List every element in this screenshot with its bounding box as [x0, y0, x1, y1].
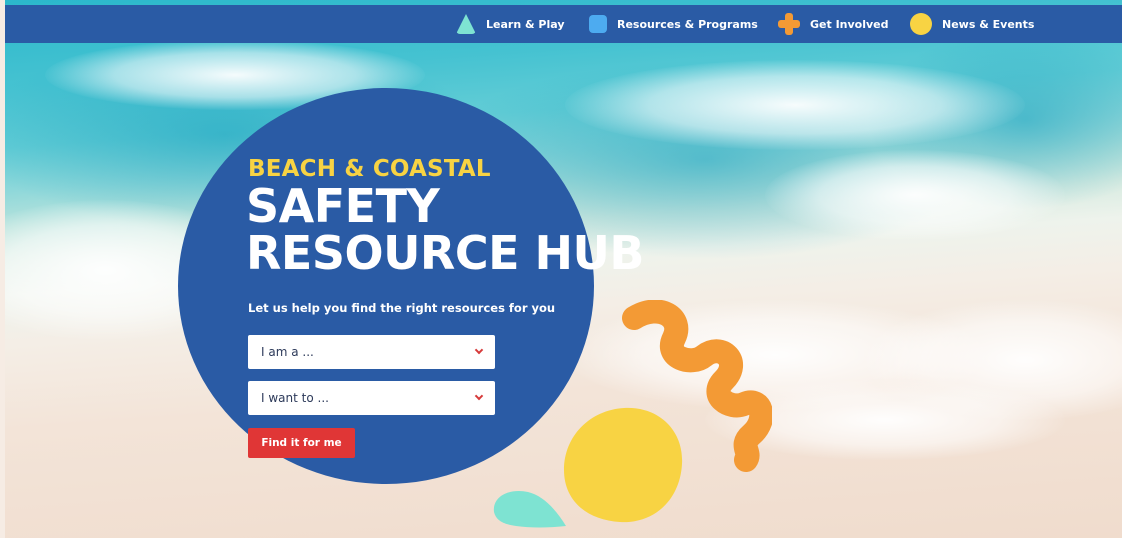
circle-icon [910, 13, 932, 35]
square-icon [589, 15, 607, 33]
nav-item-label: Learn & Play [486, 17, 565, 31]
goal-select[interactable]: I want to ... [248, 381, 495, 415]
teal-drop-decoration [493, 490, 566, 528]
nav-item-label: News & Events [942, 17, 1035, 31]
nav-item-news-events[interactable]: News & Events [910, 5, 1034, 43]
nav-item-learn-play[interactable]: Learn & Play [456, 5, 565, 43]
yellow-blob-decoration [564, 407, 683, 523]
role-select[interactable]: I am a ... [248, 335, 495, 369]
nav-item-label: Resources & Programs [617, 17, 758, 31]
nav-item-resources-programs[interactable]: Resources & Programs [589, 5, 758, 43]
page: Learn & Play Resources & Programs Get In… [0, 0, 1122, 538]
chevron-down-icon [474, 391, 484, 401]
nav-item-label: Get Involved [810, 17, 889, 31]
role-select-value: I am a ... [261, 345, 314, 359]
chevron-down-icon [474, 345, 484, 355]
nav-item-get-involved[interactable]: Get Involved [778, 5, 889, 43]
plus-icon [778, 13, 800, 35]
top-nav: Learn & Play Resources & Programs Get In… [5, 5, 1122, 43]
hero-circle [178, 88, 594, 484]
find-it-for-me-button[interactable]: Find it for me [248, 428, 355, 458]
hero-title-line-1: SAFETY [246, 179, 440, 233]
goal-select-value: I want to ... [261, 391, 329, 405]
triangle-icon [456, 14, 476, 34]
hero-helper-text: Let us help you find the right resources… [248, 301, 556, 315]
hero-title-line-2: RESOURCE HUB [246, 226, 644, 280]
